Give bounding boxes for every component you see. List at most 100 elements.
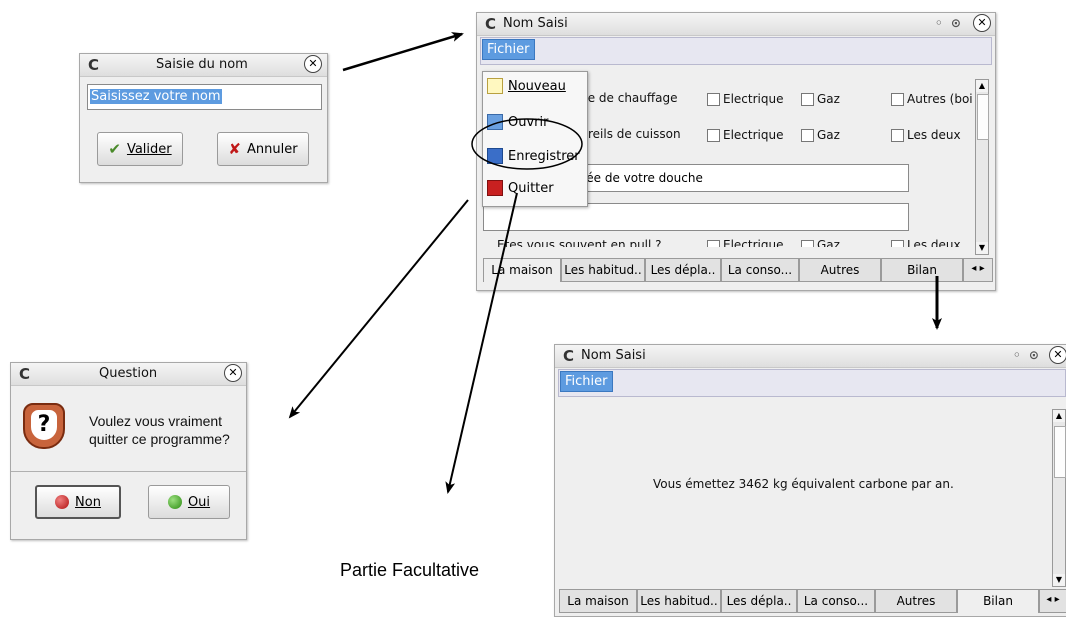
scroll-up-icon[interactable]: ▲ <box>976 80 988 92</box>
menu-item-nouveau[interactable]: Nouveau <box>487 78 566 94</box>
heating-electric-checkbox[interactable] <box>707 93 720 106</box>
menu-item-quitter[interactable]: Quitter <box>487 180 554 196</box>
tab-les-deplacements[interactable]: Les dépla.. <box>645 258 721 282</box>
tab-la-consommation[interactable]: La conso... <box>797 589 875 613</box>
arrow-to-main-window <box>342 32 464 72</box>
pullover-gas-checkbox[interactable] <box>801 240 814 247</box>
fichier-menu-button[interactable]: Fichier <box>560 371 613 392</box>
yes-button[interactable]: Oui <box>148 485 230 519</box>
window-controls-icon[interactable]: ◦ ⊙ <box>1013 348 1041 362</box>
question-message-line1: Voulez vous vraiment <box>89 413 223 429</box>
heating-other-checkbox[interactable] <box>891 93 904 106</box>
pullover-both-checkbox[interactable] <box>891 240 904 247</box>
tab-la-maison[interactable]: La maison <box>483 258 561 282</box>
main-scrollbar[interactable]: ▲ ▼ <box>975 79 989 255</box>
validate-button[interactable]: ✔ Valider <box>97 132 183 166</box>
no-button[interactable]: Non <box>35 485 121 519</box>
cooking-label: pareils de cuisson <box>573 127 681 141</box>
close-icon[interactable]: ✕ <box>973 14 991 32</box>
tab-scroll-arrows-icon[interactable]: ◂ ▸ <box>1039 589 1066 613</box>
close-icon[interactable]: ✕ <box>1049 346 1066 364</box>
partial-row-clip: Etes vous souvent en pull ? Electrique G… <box>483 239 975 247</box>
menu-item-ouvrir[interactable]: Ouvrir <box>487 114 548 130</box>
main-tabbar: La maison Les habitud.. Les dépla.. La c… <box>483 258 993 282</box>
saisie-title: Saisie du nom <box>156 57 248 72</box>
question-divider <box>11 471 246 472</box>
shower-duration-field[interactable]: urée de votre douche <box>569 164 909 192</box>
fichier-menu-button[interactable]: Fichier <box>482 39 535 60</box>
tab-bilan[interactable]: Bilan <box>881 258 963 282</box>
app-c-icon: C <box>485 15 497 33</box>
question-titlebar: C Question ✕ <box>11 363 246 386</box>
scroll-thumb[interactable] <box>1054 426 1066 478</box>
tab-les-deplacements[interactable]: Les dépla.. <box>721 589 797 613</box>
main-title: Nom Saisi <box>503 16 568 31</box>
exit-door-icon <box>487 180 503 196</box>
pullover-label: Etes vous souvent en pull ? <box>497 239 662 247</box>
question-title: Question <box>99 366 158 381</box>
new-file-icon <box>487 78 503 94</box>
app-c-icon: C <box>19 365 31 383</box>
saisie-titlebar: C Saisie du nom ✕ <box>80 54 327 77</box>
app-c-icon: C <box>563 347 575 365</box>
name-input[interactable]: Saisissez votre nom <box>87 84 322 110</box>
second-text-field[interactable] <box>483 203 909 231</box>
scroll-thumb[interactable] <box>977 94 989 140</box>
heating-other-label: Autres (boi <box>907 92 973 106</box>
close-icon[interactable]: ✕ <box>224 364 242 382</box>
tab-la-maison[interactable]: La maison <box>559 589 637 613</box>
cooking-both-checkbox[interactable] <box>891 129 904 142</box>
close-icon[interactable]: ✕ <box>304 55 322 73</box>
menu-item-nouveau-label: Nouveau <box>508 78 566 94</box>
shower-duration-text: urée de votre douche <box>574 171 703 185</box>
cooking-electric-checkbox[interactable] <box>707 129 720 142</box>
result-titlebar: C Nom Saisi ◦ ⊙ ✕ <box>555 345 1066 368</box>
menu-item-quitter-label: Quitter <box>508 180 554 196</box>
pullover-electric-checkbox[interactable] <box>707 240 720 247</box>
fichier-menu: Nouveau Ouvrir Enregistrer Quitter <box>482 71 588 207</box>
heating-gas-label: Gaz <box>817 92 840 106</box>
main-window: C Nom Saisi ◦ ⊙ ✕ Fichier ype de chauffa… <box>476 12 996 291</box>
heating-label: ype de chauffage <box>573 91 678 105</box>
tab-autres[interactable]: Autres <box>875 589 957 613</box>
main-titlebar: C Nom Saisi ◦ ⊙ ✕ <box>477 13 995 36</box>
save-disk-icon <box>487 148 503 164</box>
cooking-both-label: Les deux <box>907 128 961 142</box>
result-window: C Nom Saisi ◦ ⊙ ✕ Fichier Vous émettez 3… <box>554 344 1066 617</box>
question-mark-icon: ? <box>23 403 65 449</box>
yes-label: Oui <box>187 494 211 510</box>
no-red-ball-icon <box>55 495 70 509</box>
name-input-value: Saisissez votre nom <box>90 89 222 104</box>
tab-scroll-arrows-icon[interactable]: ◂ ▸ <box>963 258 993 282</box>
scroll-down-icon[interactable]: ▼ <box>976 242 988 254</box>
menu-item-enregistrer[interactable]: Enregistrer <box>487 148 580 164</box>
pullover-electric-label: Electrique <box>723 239 784 247</box>
heating-gas-checkbox[interactable] <box>801 93 814 106</box>
result-tabbar: La maison Les habitud.. Les dépla.. La c… <box>559 589 1066 613</box>
question-dialog: C Question ✕ ? Voulez vous vraiment quit… <box>10 362 247 540</box>
tab-la-consommation[interactable]: La conso... <box>721 258 799 282</box>
window-controls-icon[interactable]: ◦ ⊙ <box>935 16 963 30</box>
open-folder-icon <box>487 114 503 130</box>
pullover-gas-label: Gaz <box>817 239 840 247</box>
cooking-gas-checkbox[interactable] <box>801 129 814 142</box>
saisie-dialog: C Saisie du nom ✕ Saisissez votre nom ✔ … <box>79 53 328 183</box>
main-menubar: Fichier <box>480 37 992 65</box>
scroll-up-icon[interactable]: ▲ <box>1053 410 1065 422</box>
validate-check-icon: ✔ <box>108 140 121 158</box>
tab-bilan[interactable]: Bilan <box>957 589 1039 613</box>
tab-les-habitudes[interactable]: Les habitud.. <box>637 589 721 613</box>
cancel-x-icon: ✘ <box>228 140 241 158</box>
tab-autres[interactable]: Autres <box>799 258 881 282</box>
menu-item-enregistrer-label: Enregistrer <box>508 148 580 164</box>
cancel-button[interactable]: ✘ Annuler <box>217 132 309 166</box>
cooking-gas-label: Gaz <box>817 128 840 142</box>
tab-les-habitudes[interactable]: Les habitud.. <box>561 258 645 282</box>
pullover-both-label: Les deux <box>907 239 961 247</box>
scroll-down-icon[interactable]: ▼ <box>1053 574 1065 586</box>
validate-label: Valider <box>126 141 172 157</box>
result-scrollbar[interactable]: ▲ ▼ <box>1052 409 1066 587</box>
yes-green-ball-icon <box>167 495 182 509</box>
arrow-to-question <box>288 199 469 419</box>
partie-facultative-caption: Partie Facultative <box>340 560 480 580</box>
